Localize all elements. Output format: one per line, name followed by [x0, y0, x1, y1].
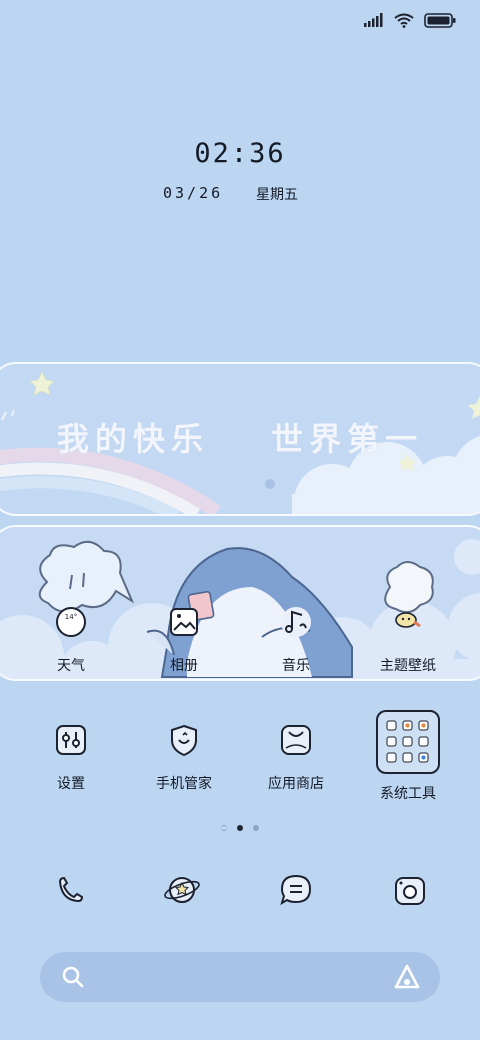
dock-browser[interactable] [160, 868, 204, 916]
camera-icon [395, 877, 425, 905]
messages-icon [280, 874, 312, 906]
status-bar [364, 10, 456, 30]
app-label: 应用商店 [268, 776, 324, 792]
app-gallery[interactable]: 相册 [136, 600, 232, 675]
app-settings[interactable]: 设置 [23, 718, 119, 793]
music-icon [274, 600, 318, 644]
app-folder-system-tools[interactable]: 系统工具 [360, 710, 456, 803]
app-label: 设置 [57, 776, 85, 792]
settings-icon [49, 718, 93, 762]
browser-icon [164, 877, 200, 903]
page-dot [253, 825, 259, 831]
assistant-icon[interactable] [392, 963, 422, 991]
clock-date: 03/26 [163, 184, 224, 202]
signal-icon [364, 13, 383, 27]
page-indicator[interactable] [0, 825, 480, 831]
dock-camera[interactable] [388, 868, 432, 916]
search-bar[interactable] [40, 952, 440, 1002]
app-themes[interactable]: 主题壁纸 [360, 600, 456, 675]
app-label: 天气 [57, 658, 85, 674]
slogan-left: 我的快乐 [56, 420, 209, 458]
page-list-indicator [221, 825, 227, 831]
weather-temp: 14° [64, 613, 78, 621]
clock-time[interactable]: 02:36 [0, 138, 480, 169]
dock-messages[interactable] [274, 868, 318, 916]
battery-icon [424, 12, 456, 28]
page-dot-active [237, 825, 243, 831]
banner-slogan: 我的快乐 世界第一 [0, 414, 480, 460]
weather-icon [49, 600, 93, 644]
security-icon [162, 718, 206, 762]
search-icon[interactable] [60, 964, 86, 990]
app-music[interactable]: 音乐 [248, 600, 344, 675]
app-label: 系统工具 [380, 786, 436, 802]
app-label: 主题壁纸 [380, 658, 436, 674]
app-security[interactable]: 手机管家 [136, 718, 232, 793]
folder-icon [376, 710, 440, 774]
app-store[interactable]: 应用商店 [248, 718, 344, 793]
phone-icon [58, 876, 84, 903]
wifi-icon [394, 13, 414, 28]
app-label: 手机管家 [156, 776, 212, 792]
slogan-right: 世界第一 [271, 420, 424, 458]
clock-weekday: 星期五 [256, 187, 298, 203]
app-weather[interactable]: 14° 天气 [23, 600, 119, 675]
app-label: 相册 [170, 658, 198, 674]
dock-phone[interactable] [48, 868, 92, 916]
gallery-icon [162, 600, 206, 644]
themes-icon [386, 600, 430, 644]
app-store-icon [274, 718, 318, 762]
app-label: 音乐 [282, 658, 310, 674]
